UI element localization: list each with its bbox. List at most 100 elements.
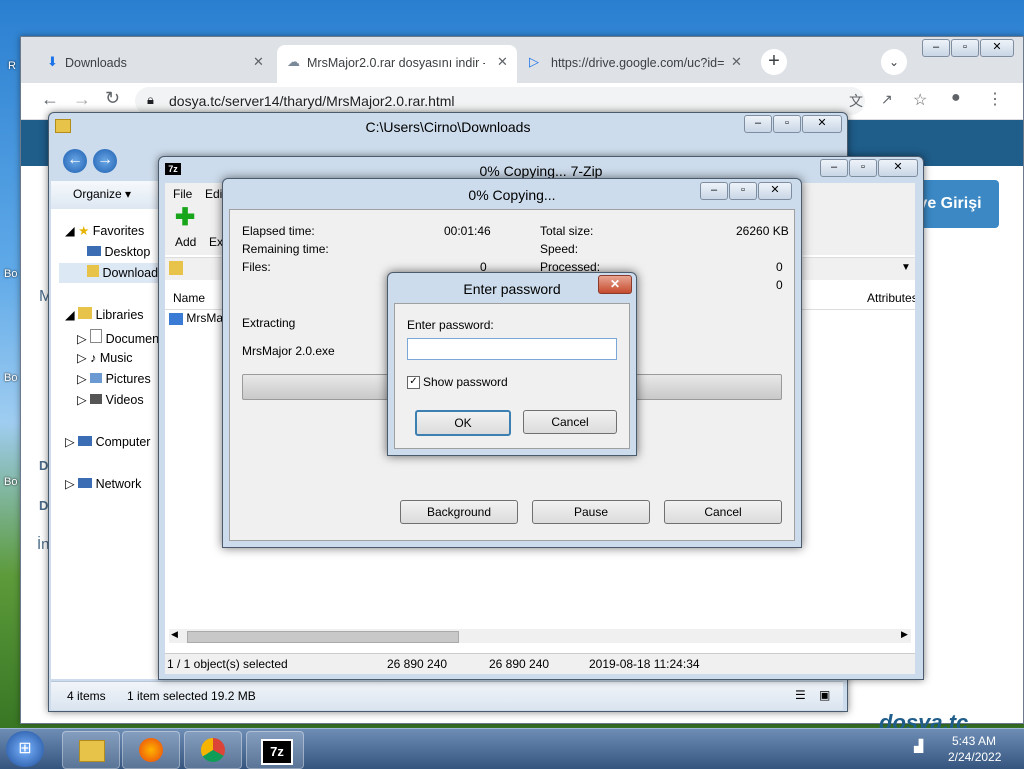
nav-label: Network	[95, 477, 142, 491]
address-bar[interactable]: 🔒︎ dosya.tc/server14/tharyd/MrsMajor2.0.…	[135, 87, 865, 115]
clock-date[interactable]: 2/24/2022	[948, 750, 1001, 764]
profile-icon[interactable]: ●	[951, 89, 961, 107]
menu-file[interactable]: File	[173, 187, 192, 201]
desktop-label: Bo	[4, 372, 18, 384]
documents-icon	[90, 329, 103, 343]
close-button[interactable]: ✕	[802, 115, 842, 133]
total-size-label: Total size:	[540, 224, 594, 238]
scroll-left-icon[interactable]: ◀	[171, 629, 178, 640]
ratio-value: 0	[776, 278, 783, 292]
desktop-label: R	[8, 60, 16, 72]
sevenzip-taskbar-icon[interactable]: 7z	[246, 731, 304, 769]
desktop-label: Bo	[4, 476, 18, 488]
status-date: 2019-08-18 11:24:34	[589, 657, 700, 671]
add-icon[interactable]: ✚	[175, 203, 195, 232]
close-button[interactable]: ✕	[598, 275, 632, 294]
nav-label: Videos	[105, 393, 144, 407]
network-tray-icon[interactable]: ▟	[914, 739, 923, 753]
tab-label: https://drive.google.com/uc?id=	[551, 56, 725, 70]
back-icon[interactable]: ←	[41, 89, 59, 110]
nav-pictures[interactable]: ▷ Pictures	[77, 371, 151, 386]
close-icon[interactable]: ✕	[731, 54, 742, 70]
maximize-button[interactable]: ▫	[849, 159, 877, 177]
nav-music[interactable]: ▷ ♪ Music	[77, 350, 132, 365]
new-tab-button[interactable]: +	[761, 49, 787, 75]
translate-icon[interactable]: 文	[849, 91, 863, 111]
tab-downloads[interactable]: ⬇ Downloads ✕	[35, 45, 273, 83]
sevenzip-icon: 7z	[261, 739, 293, 765]
menu-icon[interactable]: ⋮	[987, 89, 1003, 109]
up-folder-icon[interactable]	[169, 261, 183, 275]
nav-favorites[interactable]: ◢ ★ Favorites	[65, 223, 144, 238]
archive-icon	[169, 312, 183, 325]
close-button[interactable]: ✕	[878, 159, 918, 177]
files-label: Files:	[242, 260, 271, 274]
clock-time[interactable]: 5:43 AM	[952, 734, 996, 748]
start-button[interactable]: ⊞	[6, 731, 44, 767]
computer-icon	[78, 436, 93, 446]
tab-dosya[interactable]: ☁ MrsMajor2.0.rar dosyasını indir - ✕	[277, 45, 517, 83]
explorer-statusbar: 4 items 1 item selected 19.2 MB ☰ ▣	[51, 681, 843, 710]
nav-network[interactable]: ▷ Network	[65, 476, 141, 491]
download-icon: ⬇	[47, 54, 58, 69]
maximize-button[interactable]: ▫	[951, 39, 979, 57]
nav-videos[interactable]: ▷ Videos	[77, 392, 144, 407]
password-input[interactable]	[407, 338, 617, 360]
path-dropdown-icon[interactable]: ▼	[901, 262, 911, 273]
file-name: MrsMa	[186, 311, 224, 325]
file-row[interactable]: MrsMa	[169, 311, 223, 329]
star-icon[interactable]: ☆	[913, 90, 927, 110]
reload-icon[interactable]: ↻	[105, 88, 120, 109]
cancel-button[interactable]: Cancel	[523, 410, 617, 434]
chrome-taskbar-icon[interactable]	[184, 731, 242, 769]
close-icon[interactable]: ✕	[497, 54, 508, 70]
maximize-button[interactable]: ▫	[729, 182, 757, 200]
minimize-button[interactable]: –	[700, 182, 728, 200]
videos-icon	[90, 394, 103, 404]
close-button[interactable]: ✕	[980, 39, 1014, 57]
total-size-value: 26260 KB	[736, 224, 789, 238]
folder-icon	[55, 119, 71, 133]
status-size: 26 890 240	[387, 657, 448, 671]
scroll-thumb[interactable]	[187, 631, 459, 643]
tab-label: MrsMajor2.0.rar dosyasını indir -	[307, 56, 485, 70]
explorer-taskbar-icon[interactable]	[62, 731, 120, 769]
tab-search-button[interactable]: ⌄	[881, 49, 907, 75]
forward-icon[interactable]: →	[93, 149, 117, 173]
nav-libraries[interactable]: ◢ Libraries	[65, 307, 144, 322]
col-name[interactable]: Name	[173, 291, 205, 305]
maximize-button[interactable]: ▫	[773, 115, 801, 133]
music-icon: ♪	[90, 351, 97, 365]
elapsed-value: 00:01:46	[444, 224, 491, 238]
nav-downloads[interactable]: Downloads	[59, 263, 159, 283]
organize-button[interactable]: Organize ▾	[73, 187, 131, 201]
col-attributes[interactable]: Attributes	[867, 291, 915, 305]
action-label: Extracting	[242, 316, 296, 330]
minimize-button[interactable]: –	[744, 115, 772, 133]
close-icon[interactable]: ✕	[253, 54, 264, 70]
page-text: D	[39, 498, 49, 513]
scroll-right-icon[interactable]: ▶	[901, 629, 908, 640]
horizontal-scrollbar[interactable]: ◀ ▶	[169, 629, 911, 643]
pause-button[interactable]: Pause	[532, 500, 650, 524]
details-view-icon[interactable]: ☰	[795, 688, 806, 702]
minimize-button[interactable]: –	[922, 39, 950, 57]
forward-icon[interactable]: →	[73, 89, 91, 110]
nav-desktop[interactable]: Desktop	[87, 245, 150, 259]
show-password-checkbox[interactable]: ✓	[407, 376, 420, 389]
share-icon[interactable]: ↗	[881, 91, 893, 108]
nav-documents[interactable]: ▷ Documents	[77, 329, 169, 346]
firefox-taskbar-icon[interactable]	[122, 731, 180, 769]
background-button[interactable]: Background	[400, 500, 518, 524]
tab-drive[interactable]: ▷ https://drive.google.com/uc?id= ✕	[521, 45, 759, 83]
close-button[interactable]: ✕	[758, 182, 792, 200]
drive-icon: ▷	[529, 54, 539, 69]
preview-view-icon[interactable]: ▣	[819, 688, 830, 702]
ok-button[interactable]: OK	[415, 410, 511, 436]
desktop-label: Bo	[4, 268, 18, 280]
window-controls: – ▫ ✕	[819, 159, 918, 177]
cancel-button[interactable]: Cancel	[664, 500, 782, 524]
minimize-button[interactable]: –	[820, 159, 848, 177]
nav-computer[interactable]: ▷ Computer	[65, 434, 150, 449]
back-icon[interactable]: ←	[63, 149, 87, 173]
